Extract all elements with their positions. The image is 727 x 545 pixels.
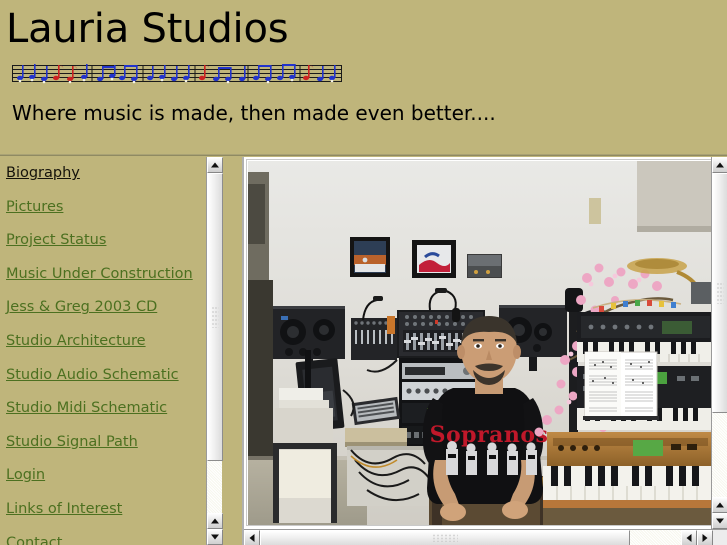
page-root: Lauria Studios Where music is made, then…: [0, 0, 727, 545]
studio-photograph: Sopranos: [247, 160, 712, 525]
content-scroll-thumb[interactable]: [712, 173, 727, 413]
hscroll-thumb-grip-icon: [432, 534, 458, 542]
content-scroll-left-arrow-secondary-icon[interactable]: [681, 530, 697, 545]
scroll-up-arrow-icon[interactable]: [207, 157, 223, 173]
sidebar-item-jess-greg-2003-cd[interactable]: Jess & Greg 2003 CD: [6, 299, 221, 316]
page-header: Lauria Studios Where music is made, then…: [0, 0, 727, 126]
sidebar-item-studio-midi-schematic[interactable]: Studio Midi Schematic: [6, 400, 221, 417]
musical-staff-banner-image: [10, 60, 344, 86]
content-scroll-right-arrow-icon[interactable]: [697, 530, 713, 545]
sidebar-item-biography[interactable]: Biography: [6, 165, 221, 182]
navigation-list: Biography Pictures Project Status Music …: [0, 157, 221, 545]
sidebar-item-studio-audio-schematic[interactable]: Studio Audio Schematic: [6, 367, 221, 384]
scroll-up-arrow-secondary-icon[interactable]: [207, 513, 223, 529]
frameset: Biography Pictures Project Status Music …: [0, 157, 727, 545]
sidebar-item-contact[interactable]: Contact: [6, 535, 221, 545]
arrow-up-glyph: [211, 162, 219, 168]
navigation-frame: Biography Pictures Project Status Music …: [0, 157, 236, 545]
sidebar-item-music-under-construction[interactable]: Music Under Construction: [6, 266, 221, 283]
sidebar-vertical-scrollbar[interactable]: [206, 157, 223, 545]
sidebar-item-links-of-interest[interactable]: Links of Interest: [6, 501, 221, 518]
sidebar-scroll-thumb[interactable]: [207, 173, 223, 461]
arrow-down-glyph: [716, 518, 724, 524]
scroll-down-arrow-icon[interactable]: [207, 529, 223, 545]
header-separator-rule: [0, 154, 727, 156]
arrow-up-glyph: [211, 518, 219, 524]
arrow-left-glyph: [249, 534, 255, 542]
content-scroll-up-arrow-secondary-icon[interactable]: [712, 497, 727, 513]
studio-photo-viewport: Sopranos: [246, 159, 713, 526]
content-horizontal-scrollbar[interactable]: [244, 529, 727, 545]
site-tagline: Where music is made, then made even bett…: [12, 101, 496, 125]
content-scroll-up-arrow-icon[interactable]: [712, 157, 727, 173]
content-scroll-down-arrow-icon[interactable]: [712, 513, 727, 529]
arrow-up-glyph: [716, 502, 724, 508]
sidebar-item-studio-signal-path[interactable]: Studio Signal Path: [6, 434, 221, 451]
arrow-up-glyph: [716, 162, 724, 168]
content-scroll-left-arrow-icon[interactable]: [244, 530, 260, 545]
content-frame: Sopranos: [242, 157, 727, 545]
scroll-thumb-grip-icon: [211, 306, 219, 328]
scroll-thumb-grip-icon: [716, 282, 724, 304]
arrow-down-glyph: [211, 534, 219, 540]
content-vertical-scrollbar[interactable]: [711, 157, 727, 529]
sidebar-item-project-status[interactable]: Project Status: [6, 232, 221, 249]
page-title: Lauria Studios: [6, 6, 289, 52]
sidebar-item-login[interactable]: Login: [6, 467, 221, 484]
arrow-right-glyph: [702, 534, 708, 542]
sidebar-item-pictures[interactable]: Pictures: [6, 199, 221, 216]
content-hscroll-thumb[interactable]: [260, 530, 630, 545]
arrow-left-glyph: [686, 534, 692, 542]
sidebar-item-studio-architecture[interactable]: Studio Architecture: [6, 333, 221, 350]
